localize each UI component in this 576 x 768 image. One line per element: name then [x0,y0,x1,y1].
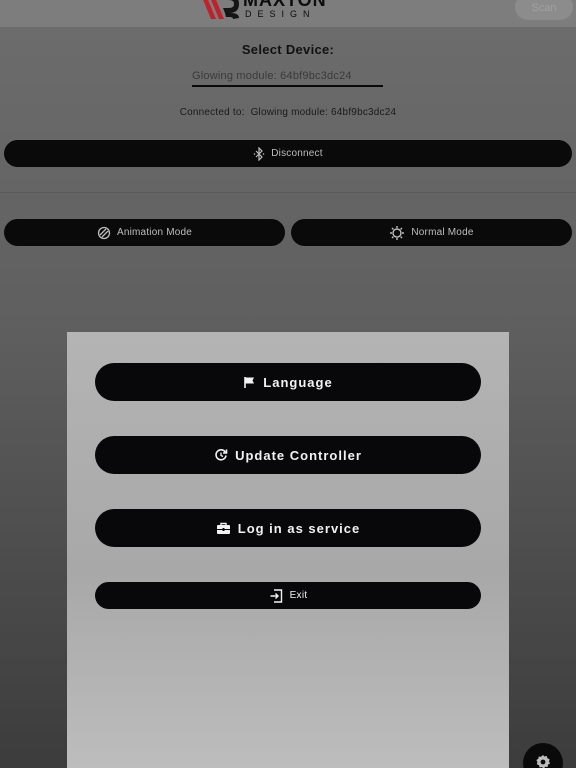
update-controller-label: Update Controller [235,447,362,463]
select-device-label: Select Device: [241,42,335,57]
toolbox-icon [216,522,231,535]
exit-icon [269,588,283,603]
language-button[interactable]: Language [95,363,481,401]
bluetooth-icon [253,146,265,161]
disconnect-label: Disconnect [271,148,323,159]
logo-text-secondary: DESIGN [245,9,316,19]
sun-icon [389,225,405,241]
connected-device-name: Glowing module: 64bf9bc3dc24 [250,107,397,118]
section-divider [0,192,576,193]
animation-mode-label: Animation Mode [116,227,193,238]
normal-mode-label: Normal Mode [411,227,474,238]
exit-label: Exit [289,590,308,601]
device-select-field[interactable] [192,67,383,87]
connection-status: Connected to: Glowing module: 64bf9bc3dc2… [0,107,576,118]
update-controller-button[interactable]: Update Controller [95,436,481,474]
animation-mode-icon [97,226,111,240]
language-label: Language [263,374,333,390]
connected-prefix: Connected to: [179,107,245,118]
scan-button[interactable]: Scan [515,0,573,20]
normal-mode-button[interactable]: Normal Mode [291,219,572,246]
login-service-label: Log in as service [237,520,361,536]
disconnect-button[interactable]: Disconnect [4,140,572,167]
login-service-button[interactable]: Log in as service [95,509,481,547]
app-header: MAXTON DESIGN Scan [0,0,576,27]
maxton-design-logo: MAXTON DESIGN [199,0,329,23]
refresh-icon [214,448,228,462]
gear-icon [535,754,551,768]
exit-button[interactable]: Exit [95,582,481,609]
settings-menu-sheet: Language Update Controller Log in as ser… [67,332,509,768]
flag-icon [243,376,256,389]
logo-text-primary: MAXTON [243,0,327,10]
animation-mode-button[interactable]: Animation Mode [4,219,285,246]
logo-mark-icon [203,0,239,19]
